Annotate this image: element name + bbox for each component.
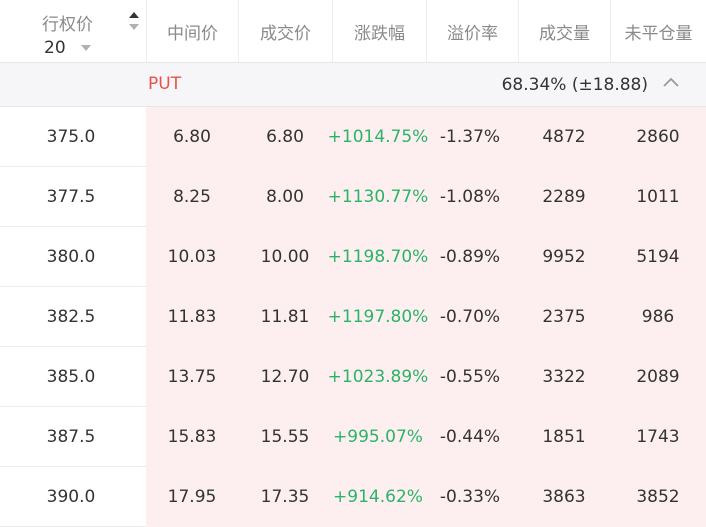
table-row[interactable]: 377.5 8.25 8.00 +1130.77% -1.08% 2289 10… bbox=[0, 167, 706, 227]
col-header-volume[interactable]: 成交量 bbox=[518, 0, 610, 62]
oi-cell: 986 bbox=[641, 307, 675, 327]
change-cell: +1198.70% bbox=[327, 247, 429, 267]
volume-cell: 4872 bbox=[542, 127, 586, 147]
oi-cell: 5194 bbox=[636, 247, 680, 267]
oi-cell: 2089 bbox=[636, 367, 680, 387]
mid-cell: 6.80 bbox=[173, 127, 211, 147]
change-cell: +995.07% bbox=[333, 427, 423, 447]
put-section-header[interactable]: PUT 68.34% (±18.88) bbox=[0, 63, 706, 107]
sort-updown-icon[interactable] bbox=[128, 10, 140, 32]
change-cell: +1014.75% bbox=[327, 127, 429, 147]
volume-cell: 2289 bbox=[542, 187, 586, 207]
col-header-open-interest[interactable]: 未平仓量 bbox=[610, 0, 706, 62]
implied-volatility: 68.34% (±18.88) bbox=[501, 75, 648, 95]
col-header-premium[interactable]: 溢价率 bbox=[426, 0, 518, 62]
mid-cell: 15.83 bbox=[167, 427, 217, 447]
strike-header[interactable]: 行权价 20 bbox=[0, 0, 146, 62]
last-cell: 6.80 bbox=[266, 127, 304, 147]
mid-cell: 17.95 bbox=[167, 487, 217, 507]
mid-cell: 13.75 bbox=[167, 367, 217, 387]
last-cell: 15.55 bbox=[260, 427, 310, 447]
strike-cell: 375.0 bbox=[46, 127, 96, 147]
premium-cell: -1.08% bbox=[439, 187, 501, 207]
oi-cell: 1011 bbox=[636, 187, 680, 207]
premium-cell: -0.33% bbox=[439, 487, 501, 507]
volume-cell: 3863 bbox=[542, 487, 586, 507]
chevron-up-icon[interactable] bbox=[662, 76, 680, 88]
change-cell: +1197.80% bbox=[327, 307, 429, 327]
premium-cell: -0.55% bbox=[439, 367, 501, 387]
strike-cell: 387.5 bbox=[46, 427, 96, 447]
col-header-last[interactable]: 成交价 bbox=[238, 0, 332, 62]
strike-cell: 390.0 bbox=[46, 487, 96, 507]
last-cell: 8.00 bbox=[266, 187, 304, 207]
volume-cell: 9952 bbox=[542, 247, 586, 267]
table-row[interactable]: 380.0 10.03 10.00 +1198.70% -0.89% 9952 … bbox=[0, 227, 706, 287]
option-chain-table: 375.0 6.80 6.80 +1014.75% -1.37% 4872 28… bbox=[0, 107, 706, 527]
table-header: 行权价 20 中间价 成交价 涨跌幅 溢价率 成交量 未平仓量 bbox=[0, 0, 706, 63]
strike-cell: 377.5 bbox=[46, 187, 96, 207]
volume-cell: 2375 bbox=[542, 307, 586, 327]
oi-cell: 2860 bbox=[636, 127, 680, 147]
premium-cell: -0.44% bbox=[439, 427, 501, 447]
last-cell: 10.00 bbox=[260, 247, 310, 267]
strike-count-selector[interactable]: 20 bbox=[44, 38, 66, 58]
put-label: PUT bbox=[148, 74, 182, 94]
volume-cell: 3322 bbox=[542, 367, 586, 387]
volume-cell: 1851 bbox=[542, 427, 586, 447]
table-row[interactable]: 382.5 11.83 11.81 +1197.80% -0.70% 2375 … bbox=[0, 287, 706, 347]
last-cell: 12.70 bbox=[260, 367, 310, 387]
strike-cell: 382.5 bbox=[46, 307, 96, 327]
mid-cell: 8.25 bbox=[173, 187, 211, 207]
change-cell: +1023.89% bbox=[327, 367, 429, 387]
premium-cell: -1.37% bbox=[439, 127, 501, 147]
col-header-change[interactable]: 涨跌幅 bbox=[332, 0, 426, 62]
strike-cell: 385.0 bbox=[46, 367, 96, 387]
strike-cell: 380.0 bbox=[46, 247, 96, 267]
table-row[interactable]: 387.5 15.83 15.55 +995.07% -0.44% 1851 1… bbox=[0, 407, 706, 467]
change-cell: +1130.77% bbox=[327, 187, 429, 207]
table-row[interactable]: 375.0 6.80 6.80 +1014.75% -1.37% 4872 28… bbox=[0, 107, 706, 167]
table-row[interactable]: 385.0 13.75 12.70 +1023.89% -0.55% 3322 … bbox=[0, 347, 706, 407]
premium-cell: -0.89% bbox=[439, 247, 501, 267]
oi-cell: 1743 bbox=[636, 427, 680, 447]
mid-cell: 10.03 bbox=[167, 247, 217, 267]
strike-title: 行权价 bbox=[42, 15, 93, 35]
mid-cell: 11.83 bbox=[167, 307, 217, 327]
table-row[interactable]: 390.0 17.95 17.35 +914.62% -0.33% 3863 3… bbox=[0, 467, 706, 527]
last-cell: 17.35 bbox=[260, 487, 310, 507]
oi-cell: 3852 bbox=[636, 487, 680, 507]
caret-down-icon[interactable] bbox=[80, 44, 92, 52]
premium-cell: -0.70% bbox=[439, 307, 501, 327]
change-cell: +914.62% bbox=[333, 487, 423, 507]
last-cell: 11.81 bbox=[260, 307, 310, 327]
col-header-mid[interactable]: 中间价 bbox=[146, 0, 238, 62]
